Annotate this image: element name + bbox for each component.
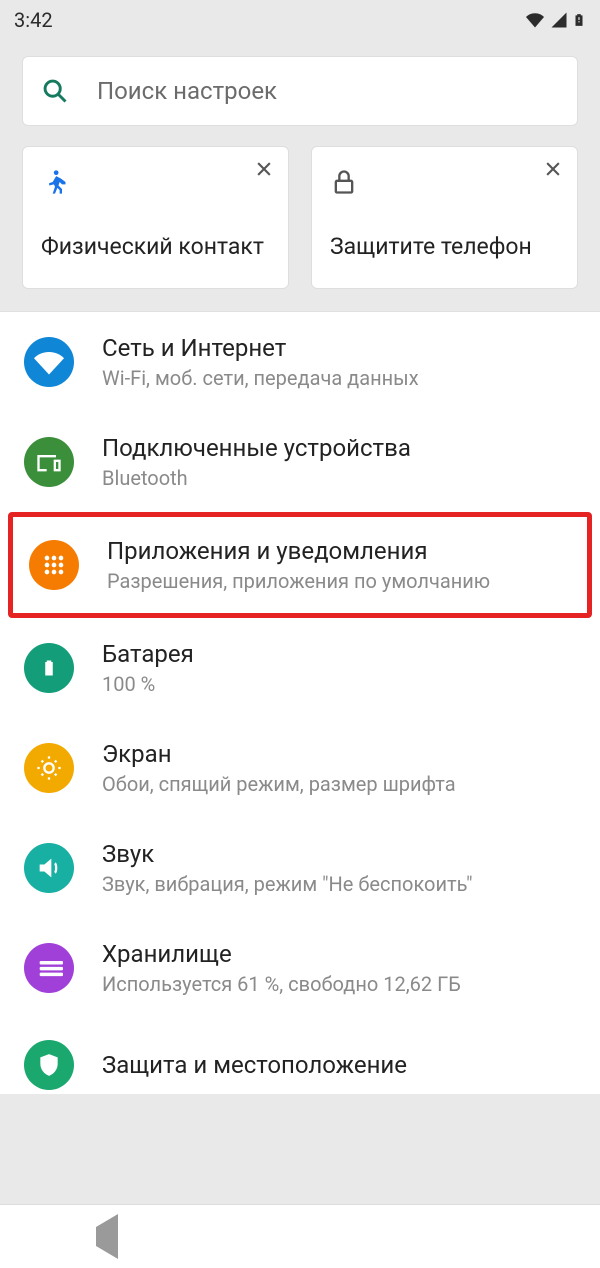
settings-item-storage[interactable]: Хранилище Используется 61 %, свободно 12… [0, 918, 600, 1018]
wifi-icon [24, 337, 74, 387]
item-subtitle: Bluetooth [102, 466, 411, 490]
item-title: Приложения и уведомления [107, 537, 490, 565]
settings-list: Сеть и Интернет Wi-Fi, моб. сети, переда… [0, 311, 600, 1094]
close-icon[interactable] [543, 159, 563, 179]
status-time: 3:42 [14, 8, 53, 32]
search-icon [41, 77, 69, 105]
item-subtitle: Используется 61 %, свободно 12,62 ГБ [102, 972, 461, 996]
item-subtitle: Wi-Fi, моб. сети, передача данных [102, 366, 419, 390]
highlight-annotation: Приложения и уведомления Разрешения, при… [8, 512, 592, 618]
item-title: Батарея [102, 640, 194, 668]
devices-icon [24, 437, 74, 487]
status-indicators [524, 10, 586, 30]
card-title: Защитите телефон [330, 233, 559, 260]
settings-item-security[interactable]: Защита и местоположение [0, 1018, 600, 1094]
battery-icon [24, 643, 74, 693]
nav-back-button[interactable] [96, 1227, 118, 1246]
settings-item-display[interactable]: Экран Обои, спящий режим, размер шрифта [0, 718, 600, 818]
card-protect-phone[interactable]: Защитите телефон [311, 146, 578, 289]
item-title: Сеть и Интернет [102, 334, 419, 362]
settings-item-devices[interactable]: Подключенные устройства Bluetooth [0, 412, 600, 512]
wifi-icon [524, 11, 546, 29]
item-subtitle: Обои, спящий режим, размер шрифта [102, 772, 456, 796]
item-title: Хранилище [102, 940, 461, 968]
item-title: Экран [102, 740, 456, 768]
item-title: Защита и местоположение [102, 1051, 407, 1079]
settings-item-battery[interactable]: Батарея 100 % [0, 618, 600, 718]
card-title: Физический контакт [41, 233, 270, 260]
signal-icon [550, 11, 568, 29]
search-placeholder: Поиск настроек [97, 77, 277, 105]
volume-icon [24, 843, 74, 893]
lock-icon [330, 165, 559, 199]
search-input[interactable]: Поиск настроек [22, 56, 578, 126]
settings-item-apps[interactable]: Приложения и уведомления Разрешения, при… [13, 517, 587, 613]
status-bar: 3:42 [0, 0, 600, 40]
settings-item-network[interactable]: Сеть и Интернет Wi-Fi, моб. сети, переда… [0, 312, 600, 412]
item-subtitle: 100 % [102, 672, 194, 696]
close-icon[interactable] [254, 159, 274, 179]
item-subtitle: Разрешения, приложения по умолчанию [107, 569, 490, 593]
settings-item-sound[interactable]: Звук Звук, вибрация, режим "Не беспокоит… [0, 818, 600, 918]
brightness-icon [24, 743, 74, 793]
card-physical-contact[interactable]: Физический контакт [22, 146, 289, 289]
shield-icon [24, 1040, 74, 1090]
storage-icon [24, 943, 74, 993]
item-subtitle: Звук, вибрация, режим "Не беспокоить" [102, 872, 473, 896]
item-title: Подключенные устройства [102, 434, 411, 462]
apps-icon [29, 540, 79, 590]
battery-icon [572, 10, 586, 30]
item-title: Звук [102, 840, 473, 868]
nav-bar [0, 1204, 600, 1268]
person-walk-icon [41, 165, 270, 199]
